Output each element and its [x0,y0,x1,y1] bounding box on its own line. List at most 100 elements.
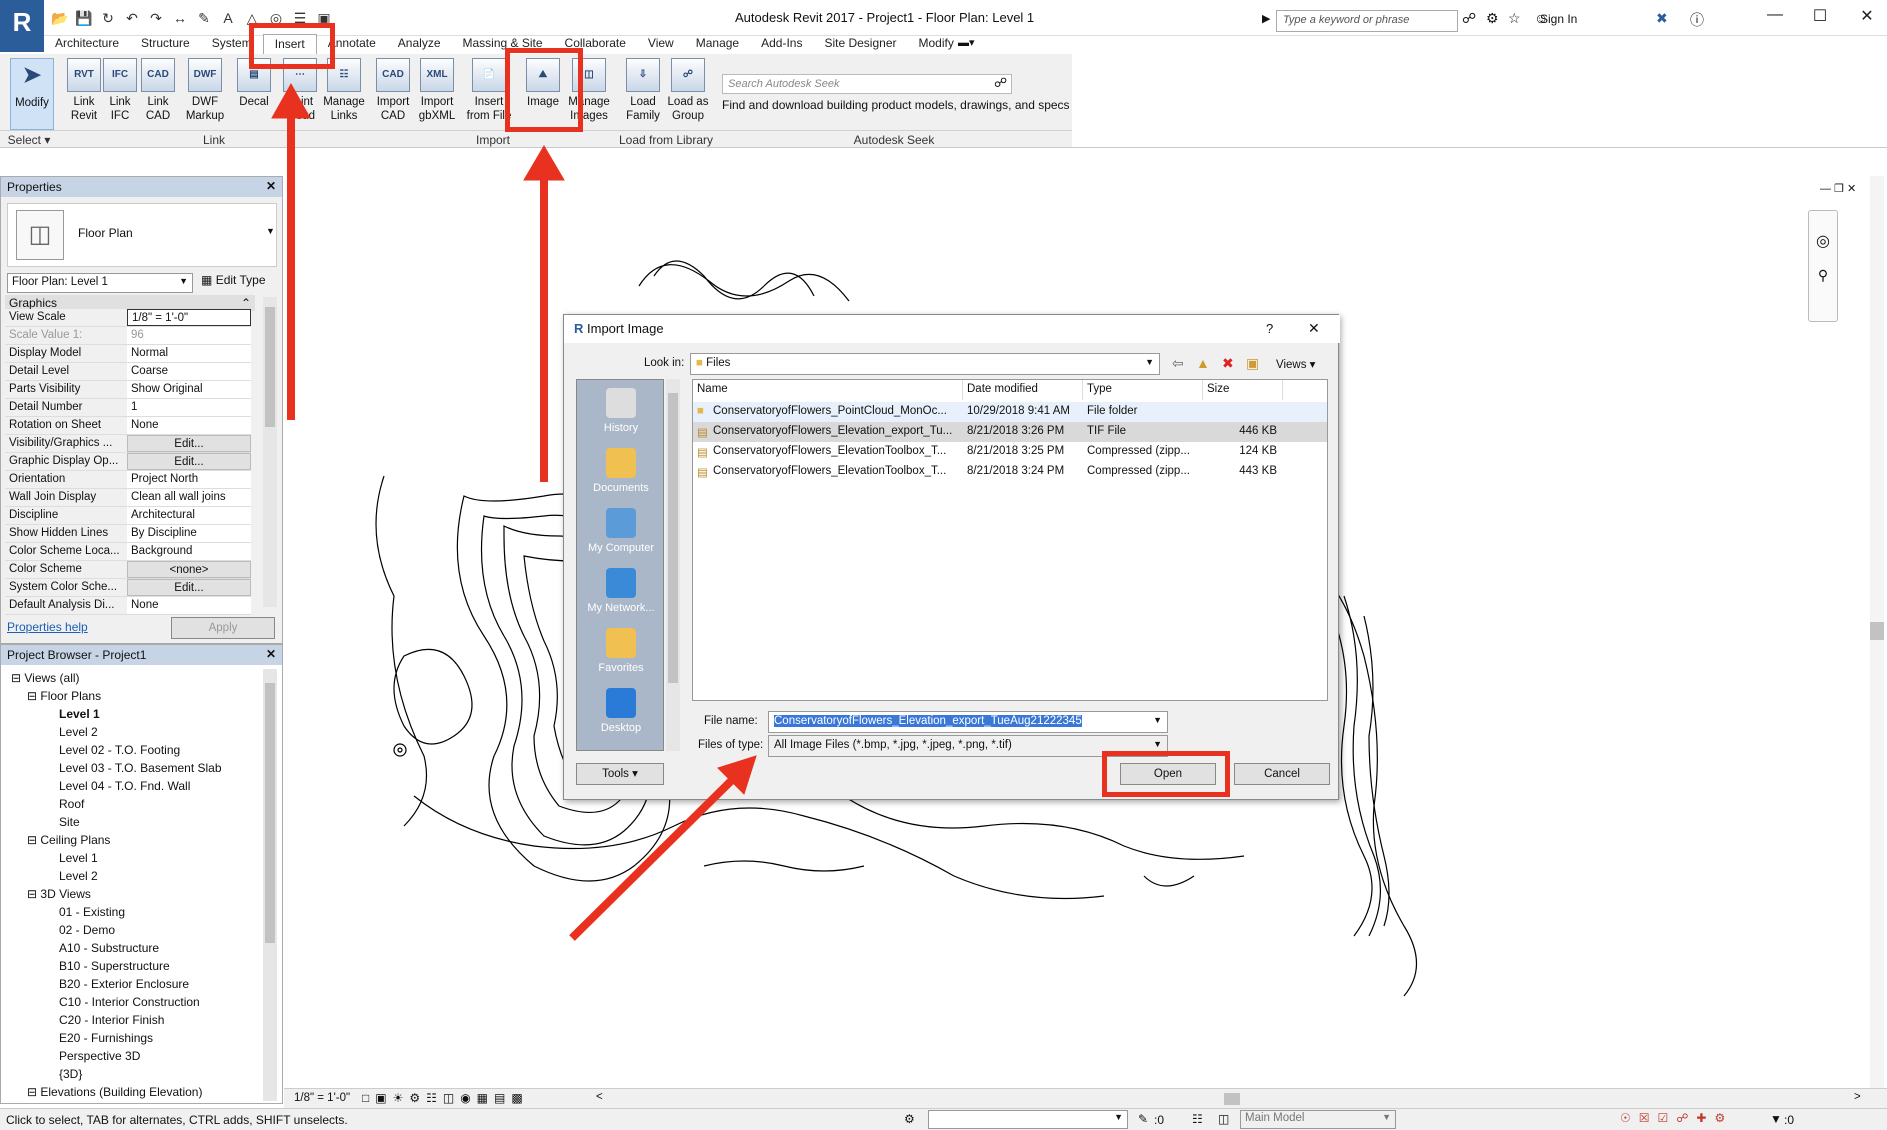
properties-help-link[interactable]: Properties help [7,620,88,634]
binoculars-icon[interactable]: ☍ [1462,10,1476,27]
file-name-input[interactable]: ConservatoryofFlowers_Elevation_export_T… [768,711,1168,733]
property-value[interactable]: Clean all wall joins [127,489,251,506]
property-value[interactable]: Project North [127,471,251,488]
tree-group[interactable]: ⊟ 3D Views [27,887,91,901]
new-folder-icon[interactable]: ▣ [1246,355,1259,372]
tree-item[interactable]: C20 - Interior Finish [59,1013,164,1027]
tree-item[interactable]: B10 - Superstructure [59,959,170,973]
sync-icon[interactable]: ↻ [98,8,118,28]
place-my-network[interactable]: My Network... [577,568,665,614]
collapse-icon[interactable]: ⊟ [27,887,40,901]
col-date[interactable]: Date modified [963,380,1083,400]
tree-group[interactable]: ⊟ Elevations (Building Elevation) [27,1085,202,1099]
tree-item[interactable]: 01 - Existing [59,905,125,919]
property-value[interactable]: Background [127,543,251,560]
tree-item[interactable]: A10 - Substructure [59,941,159,955]
look-in-dropdown[interactable]: ■ Files ▼ [690,353,1160,375]
sign-in-button[interactable]: Sign In [1540,12,1577,26]
view-scale[interactable]: 1/8" = 1'-0" [294,1092,350,1104]
tree-group[interactable]: ⊟ Ceiling Plans [27,833,110,847]
tab-architecture[interactable]: Architecture [44,34,130,54]
collapse-icon[interactable]: ⊟ [27,833,40,847]
subscription-icon[interactable]: ⚙ [1486,10,1499,27]
col-size[interactable]: Size [1203,380,1283,400]
manage-links-button[interactable]: ☷ Manage Links [322,58,366,134]
tree-item[interactable]: Site [59,815,80,829]
tab-analyze[interactable]: Analyze [387,34,452,54]
tab-site-designer[interactable]: Site Designer [813,34,907,54]
scroll-left-icon[interactable]: < [596,1091,603,1103]
cancel-button[interactable]: Cancel [1234,763,1330,785]
seek-search-input[interactable]: Search Autodesk Seek [722,74,1012,94]
tree-item[interactable]: Level 1 [59,851,98,865]
property-value[interactable]: Show Original [127,381,251,398]
tools-button[interactable]: Tools ▾ [576,763,664,785]
worksets-icon[interactable]: ⚙ [904,1112,915,1126]
up-folder-icon[interactable]: ▲ [1196,355,1210,371]
tree-item[interactable]: Perspective 3D [59,1049,140,1063]
property-edit-button[interactable]: Edit... [127,435,251,452]
tree-item[interactable]: Level 2 [59,869,98,883]
place-favorites[interactable]: Favorites [577,628,665,674]
load-family-button[interactable]: ⇩ Load Family [622,58,664,134]
view-control-icons[interactable]: □▣☀⚙☷◫◉▦▤▩ [362,1091,529,1105]
close-icon[interactable]: ✕ [266,179,276,193]
minimize-button[interactable]: — [1760,6,1790,24]
selection-filter-icons[interactable]: ☉☒☑☍✚⚙ [1620,1111,1733,1125]
browser-scrollbar[interactable] [263,669,277,1101]
tab-modify[interactable]: Modify [908,34,965,54]
workset-dropdown[interactable]: ▼ [928,1110,1128,1129]
file-row[interactable]: ▤ ConservatoryofFlowers_ElevationToolbox_… [693,442,1327,462]
zoom-icon[interactable]: ⚲ [1809,267,1837,284]
property-edit-button[interactable]: Edit... [127,453,251,470]
tree-item[interactable]: {3D} [59,1067,82,1081]
properties-scrollbar[interactable] [263,297,277,607]
scroll-thumb[interactable] [265,683,275,943]
place-my-computer[interactable]: My Computer [577,508,665,554]
property-value[interactable]: 1 [127,399,251,416]
places-scrollbar[interactable] [666,379,680,751]
property-value[interactable]: Coarse [127,363,251,380]
filter-icon[interactable]: ▼ [1770,1112,1782,1126]
steering-wheel-icon[interactable]: ◎ [1809,231,1837,251]
property-value[interactable]: None [127,597,251,614]
collapse-icon[interactable]: ⊟ [11,671,24,685]
type-selector[interactable]: ◫ Floor Plan ▼ [7,203,277,267]
link-ifc-button[interactable]: IFC Link IFC [102,58,138,134]
binoculars-icon[interactable]: ☍ [994,75,1007,91]
decal-button[interactable]: ▤ Decal [234,58,274,134]
open-icon[interactable]: 📂 [50,8,70,28]
import-gbxml-button[interactable]: XML Import gbXML [414,58,460,134]
close-icon[interactable]: ✕ [1308,320,1320,337]
views-menu[interactable]: Views ▾ [1276,357,1315,371]
point-cloud-button[interactable]: ⋯ Point Cloud [280,58,320,134]
measure-icon[interactable]: ↔ [170,8,190,28]
tree-item[interactable]: C10 - Interior Construction [59,995,200,1009]
exchange-apps-icon[interactable]: ✖ [1656,10,1668,27]
maximize-button[interactable]: ☐ [1805,6,1835,26]
file-row[interactable]: ▤ ConservatoryofFlowers_Elevation_export_… [693,422,1327,442]
tab-manage[interactable]: Manage [685,34,750,54]
tree-item[interactable]: Level 03 - T.O. Basement Slab [59,761,222,775]
select-panel-label[interactable]: Select ▾ [0,130,58,148]
property-value[interactable]: Architectural [127,507,251,524]
scroll-thumb[interactable] [265,307,275,427]
tree-item[interactable]: Level 04 - T.O. Fnd. Wall [59,779,190,793]
scroll-thumb[interactable] [668,393,678,683]
tree-item[interactable]: E20 - Furnishings [59,1031,153,1045]
property-value[interactable]: 1/8" = 1'-0" [127,309,251,326]
property-edit-button[interactable]: Edit... [127,579,251,596]
view-window-controls[interactable]: — ❐ ✕ [1820,182,1856,195]
save-icon[interactable]: 💾 [74,8,94,28]
load-as-group-button[interactable]: ☍ Load as Group [666,58,710,134]
redo-icon[interactable]: ↷ [146,8,166,28]
link-cad-button[interactable]: CAD Link CAD [140,58,176,134]
design-options-icon[interactable]: ☷ [1192,1112,1203,1126]
editing-requests-icon[interactable]: ◫ [1218,1112,1229,1126]
collapse-icon[interactable]: ⊟ [27,689,40,703]
undo-icon[interactable]: ↶ [122,8,142,28]
tab-add-ins[interactable]: Add-Ins [750,34,813,54]
dwf-markup-button[interactable]: DWF DWF Markup [182,58,228,134]
apply-button[interactable]: Apply [171,617,275,639]
place-desktop[interactable]: Desktop [577,688,665,734]
